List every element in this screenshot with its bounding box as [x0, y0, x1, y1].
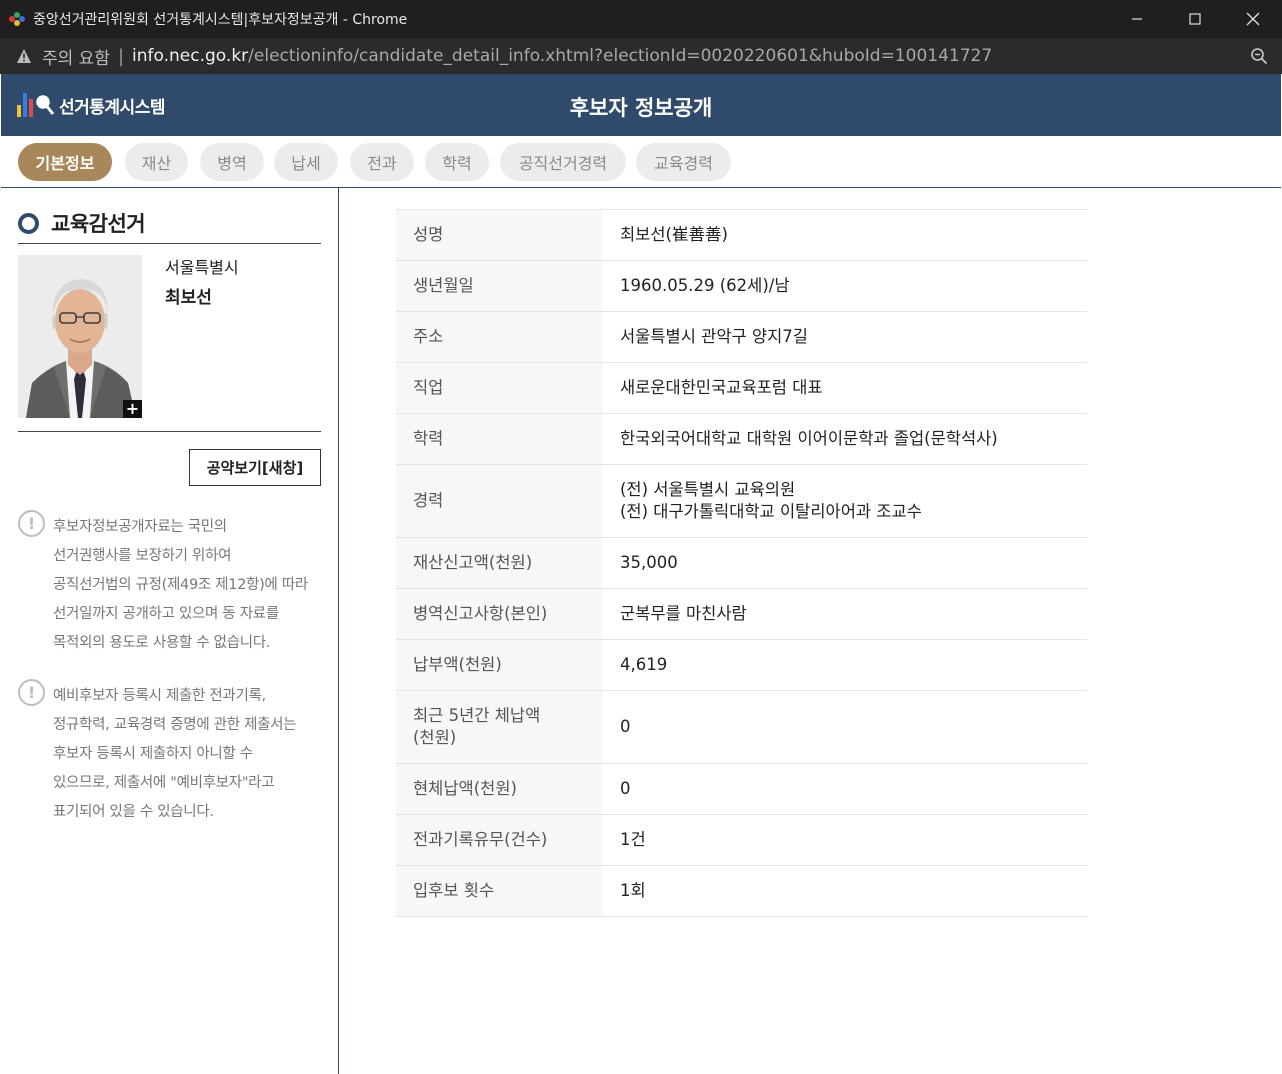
warning-triangle-icon: [17, 49, 31, 63]
candidate-name: 최보선: [165, 288, 212, 308]
row-label: 주소: [396, 311, 602, 363]
site-favicon-icon: [9, 11, 25, 27]
career-line: (전) 서울특별시 교육의원: [620, 480, 796, 499]
notice-disclosure: ! 후보자정보공개자료는 국민의 선거권행사를 보장하기 위하여 공직선거법의 …: [18, 510, 328, 651]
row-label: 성명: [396, 209, 602, 261]
row-value: 새로운대한민국교육포럼 대표: [602, 362, 1087, 414]
table-row: 주소 서울특별시 관악구 양지7길: [396, 311, 1087, 363]
site-header: 선거통계시스템 후보자 정보공개: [1, 74, 1281, 136]
exclamation-icon: !: [18, 679, 45, 706]
row-label: 최근 5년간 체납액 (천원): [396, 690, 602, 764]
row-label: 재산신고액(천원): [396, 537, 602, 589]
minimize-button[interactable]: [1108, 0, 1166, 38]
row-label: 납부액(천원): [396, 639, 602, 691]
window-controls: [1108, 0, 1282, 38]
url-host[interactable]: info.nec.go.kr: [132, 46, 248, 66]
election-type-heading: 교육감선거: [18, 208, 146, 238]
career-line: (전) 대구가톨릭대학교 이탈리아어과 조교수: [620, 502, 922, 521]
tab-military[interactable]: 병역: [200, 143, 264, 181]
table-row: 학력 한국외국어대학교 대학원 이어이문학과 졸업(문학석사): [396, 413, 1087, 465]
exclamation-icon: !: [18, 510, 45, 537]
row-value: 4,619: [602, 639, 1087, 691]
row-value: 0: [602, 690, 1087, 764]
url-path[interactable]: /electioninfo/candidate_detail_info.xhtm…: [248, 46, 992, 66]
row-value: 군복무를 마친사람: [602, 588, 1087, 640]
window-title: 중앙선거관리위원회 선거통계시스템|후보자정보공개 - Chrome: [33, 12, 408, 28]
tab-public-office-history[interactable]: 공직선거경력: [500, 143, 626, 181]
row-value: 35,000: [602, 537, 1087, 589]
row-value: 1건: [602, 814, 1087, 866]
row-label: 학력: [396, 413, 602, 465]
page-title: 후보자 정보공개: [569, 96, 713, 120]
close-button[interactable]: [1224, 0, 1282, 38]
row-value: 1960.05.29 (62세)/남: [602, 260, 1087, 312]
row-value: 최보선(崔善善): [602, 209, 1087, 261]
row-label-line: (천원): [413, 728, 457, 747]
table-row: 납부액(천원) 4,619: [396, 639, 1087, 691]
tab-criminal-record[interactable]: 전과: [350, 143, 414, 181]
row-label: 생년월일: [396, 260, 602, 312]
row-value: (전) 서울특별시 교육의원 (전) 대구가톨릭대학교 이탈리아어과 조교수: [602, 464, 1087, 538]
candidate-info-table: 성명 최보선(崔善善) 생년월일 1960.05.29 (62세)/남 주소 서…: [396, 209, 1087, 917]
row-label: 현체납액(천원): [396, 763, 602, 815]
minimize-icon: [1132, 18, 1142, 20]
candidate-sidebar: 교육감선거 + 서울특별시 최보선 공약보기[새창] ! 후보자정보공개자료는 …: [1, 188, 339, 1074]
candidate-portrait-image: [18, 255, 142, 418]
table-row: 전과기록유무(건수) 1건: [396, 814, 1087, 866]
table-row: 직업 새로운대한민국교육포럼 대표: [396, 362, 1087, 414]
table-row: 생년월일 1960.05.29 (62세)/남: [396, 260, 1087, 312]
maximize-button[interactable]: [1166, 0, 1224, 38]
maximize-icon: [1189, 13, 1201, 25]
row-label: 입후보 횟수: [396, 865, 602, 917]
notice-text: 예비후보자 등록시 제출한 전과기록, 정규학력, 교육경력 증명에 관한 제출…: [53, 688, 297, 820]
row-value: 1회: [602, 865, 1087, 917]
row-value: 서울특별시 관악구 양지7길: [602, 311, 1087, 363]
table-row: 현체납액(천원) 0: [396, 763, 1087, 815]
ring-bullet-icon: [18, 212, 39, 234]
enlarge-photo-button[interactable]: +: [123, 400, 142, 418]
election-type: 교육감선거: [51, 212, 146, 236]
notice-text: 후보자정보공개자료는 국민의 선거권행사를 보장하기 위하여 공직선거법의 규정…: [53, 519, 308, 651]
table-row: 재산신고액(천원) 35,000: [396, 537, 1087, 589]
notice-preliminary-candidate: ! 예비후보자 등록시 제출한 전과기록, 정규학력, 교육경력 증명에 관한 …: [18, 679, 328, 820]
tab-assets[interactable]: 재산: [125, 143, 188, 181]
view-pledges-button[interactable]: 공약보기[새창]: [189, 449, 321, 486]
tab-bar: 기본정보 재산 병역 납세 전과 학력 공직선거경력 교육경력: [1, 136, 1281, 188]
tab-tax[interactable]: 납세: [274, 143, 338, 181]
zoom-icon[interactable]: [1250, 47, 1268, 65]
table-row: 경력 (전) 서울특별시 교육의원 (전) 대구가톨릭대학교 이탈리아어과 조교…: [396, 464, 1087, 538]
table-row: 성명 최보선(崔善善): [396, 209, 1087, 261]
row-label: 전과기록유무(건수): [396, 814, 602, 866]
row-label: 병역신고사항(본인): [396, 588, 602, 640]
candidate-photo[interactable]: +: [18, 255, 142, 418]
tab-education[interactable]: 학력: [425, 143, 489, 181]
divider: [18, 431, 321, 432]
close-icon: [1246, 12, 1260, 26]
address-bar[interactable]: 주의 요함 | info.nec.go.kr /electioninfo/can…: [0, 38, 1282, 74]
row-label: 직업: [396, 362, 602, 414]
security-warning-label[interactable]: 주의 요함: [42, 44, 110, 69]
table-row: 입후보 횟수 1회: [396, 865, 1087, 917]
row-label-line: 최근 5년간 체납액: [413, 706, 541, 725]
tab-basic-info[interactable]: 기본정보: [18, 143, 112, 181]
divider: [18, 243, 321, 244]
address-separator: |: [117, 45, 125, 67]
tab-teaching-career[interactable]: 교육경력: [636, 143, 731, 181]
row-value: 한국외국어대학교 대학원 이어이문학과 졸업(문학석사): [602, 413, 1087, 465]
row-value: 0: [602, 763, 1087, 815]
window-titlebar: 중앙선거관리위원회 선거통계시스템|후보자정보공개 - Chrome: [0, 0, 1282, 38]
candidate-region: 서울특별시: [165, 258, 239, 277]
table-row: 최근 5년간 체납액 (천원) 0: [396, 690, 1087, 764]
table-row: 병역신고사항(본인) 군복무를 마친사람: [396, 588, 1087, 640]
row-label: 경력: [396, 464, 602, 538]
